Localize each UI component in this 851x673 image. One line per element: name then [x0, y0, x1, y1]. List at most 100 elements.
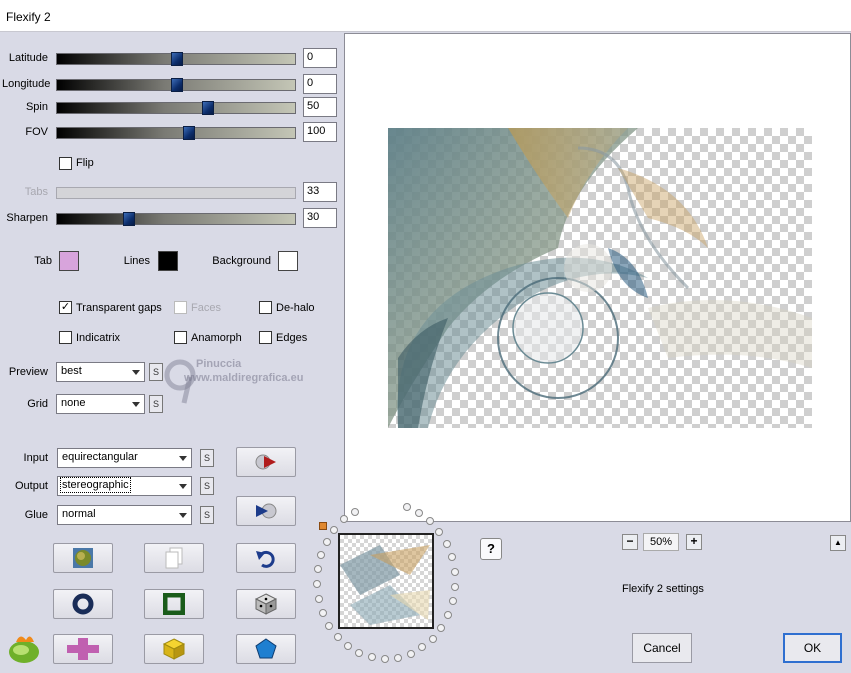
- grid-select[interactable]: none: [56, 394, 145, 414]
- tab-color-label: Tab: [34, 255, 52, 267]
- copy-button[interactable]: [144, 543, 204, 573]
- output-select[interactable]: stereographic: [57, 476, 192, 496]
- indicatrix-checkbox[interactable]: [59, 331, 72, 344]
- preview-image[interactable]: [388, 128, 812, 428]
- lines-color-swatch[interactable]: [158, 251, 178, 271]
- input-transform-icon: [255, 454, 276, 470]
- longitude-value-field[interactable]: 0: [303, 74, 337, 94]
- collapse-button[interactable]: ▲: [830, 535, 846, 551]
- transparent-gaps-label: Transparent gaps: [76, 302, 162, 314]
- preset-dot[interactable]: [437, 623, 446, 632]
- longitude-slider[interactable]: [56, 78, 296, 92]
- zoom-in-button[interactable]: +: [686, 534, 702, 550]
- undo-icon: [256, 550, 275, 568]
- input-select[interactable]: equirectangular: [57, 448, 192, 468]
- fov-slider[interactable]: [56, 126, 296, 140]
- ok-button[interactable]: OK: [783, 633, 842, 663]
- preset-dot[interactable]: [313, 580, 321, 588]
- status-text: Flexify 2 settings: [622, 583, 704, 595]
- preset-dot[interactable]: [428, 634, 437, 643]
- sharpen-slider[interactable]: [56, 212, 296, 226]
- ring-button[interactable]: [53, 589, 113, 619]
- preset-dot[interactable]: [426, 517, 435, 525]
- glue-save-button[interactable]: S: [200, 506, 214, 524]
- preset-dot[interactable]: [444, 610, 453, 619]
- indicatrix-label: Indicatrix: [76, 332, 121, 344]
- preset-dot[interactable]: [355, 649, 364, 657]
- output-save-button[interactable]: S: [200, 477, 214, 495]
- tabs-value-field[interactable]: 33: [303, 182, 337, 202]
- spin-value-field[interactable]: 50: [303, 97, 337, 117]
- preset-dot[interactable]: [450, 567, 459, 576]
- preset-dot[interactable]: [435, 527, 444, 536]
- preset-dot[interactable]: [325, 621, 334, 630]
- output-transform-button[interactable]: [236, 496, 296, 526]
- input-transform-button[interactable]: [236, 447, 296, 477]
- latitude-value-field[interactable]: 0: [303, 48, 337, 68]
- latitude-slider[interactable]: [56, 52, 296, 66]
- background-color-swatch[interactable]: [278, 251, 298, 271]
- randomize-planet-button[interactable]: [53, 543, 113, 573]
- spin-slider-thumb[interactable]: [202, 101, 215, 115]
- cube-button[interactable]: [144, 634, 204, 664]
- cancel-button[interactable]: Cancel: [632, 633, 692, 663]
- preset-dot[interactable]: [317, 550, 325, 559]
- preset-dot[interactable]: [314, 594, 323, 603]
- preset-dot[interactable]: [330, 525, 339, 534]
- edges-checkbox[interactable]: [259, 331, 272, 344]
- glue-select[interactable]: normal: [57, 505, 192, 525]
- fov-label: FOV: [25, 126, 48, 138]
- preset-dot[interactable]: [333, 632, 342, 641]
- randomize-planet-icon: [73, 548, 93, 568]
- chevron-down-icon: [132, 370, 140, 375]
- preset-dot[interactable]: [415, 508, 424, 517]
- faces-label: Faces: [191, 302, 221, 314]
- ring-icon: [72, 593, 94, 615]
- spin-slider[interactable]: [56, 101, 296, 115]
- undo-button[interactable]: [236, 543, 296, 573]
- preset-dot[interactable]: [442, 539, 451, 548]
- pentagon-button[interactable]: [236, 634, 296, 664]
- zoom-level: 50%: [643, 533, 679, 551]
- fov-value-field[interactable]: 100: [303, 122, 337, 142]
- faces-checkbox[interactable]: [174, 301, 187, 314]
- preset-dot[interactable]: [318, 608, 327, 617]
- input-save-button[interactable]: S: [200, 449, 214, 467]
- de-halo-checkbox[interactable]: [259, 301, 272, 314]
- preset-marker-icon[interactable]: [319, 522, 327, 530]
- frame-button[interactable]: [144, 589, 204, 619]
- sharpen-label: Sharpen: [6, 212, 48, 224]
- watermark-brand: Pinuccia: [196, 358, 242, 370]
- help-button[interactable]: ?: [480, 538, 502, 560]
- tabs-slider[interactable]: [56, 187, 296, 199]
- sharpen-value-field[interactable]: 30: [303, 208, 337, 228]
- transparent-gaps-checkbox[interactable]: ✓: [59, 301, 72, 314]
- preset-dot[interactable]: [448, 597, 457, 606]
- zoom-out-button[interactable]: −: [622, 534, 638, 550]
- background-color-label: Background: [212, 255, 271, 267]
- preset-thumbnail[interactable]: [338, 533, 434, 629]
- anamorph-checkbox[interactable]: [174, 331, 187, 344]
- preset-dot[interactable]: [343, 642, 352, 650]
- tab-color-swatch[interactable]: [59, 251, 79, 271]
- preset-dot[interactable]: [367, 653, 376, 662]
- fov-slider-thumb[interactable]: [183, 126, 195, 140]
- plus-button[interactable]: [53, 634, 113, 664]
- dice-button[interactable]: [236, 589, 296, 619]
- fractal-preview-graphic: [388, 128, 812, 428]
- preset-dot[interactable]: [393, 653, 402, 662]
- preset-dot[interactable]: [406, 649, 415, 658]
- preset-dot[interactable]: [418, 643, 427, 652]
- flip-checkbox[interactable]: [59, 157, 72, 170]
- latitude-slider-thumb[interactable]: [171, 52, 183, 66]
- preset-dot[interactable]: [322, 537, 331, 546]
- preset-dot[interactable]: [450, 582, 459, 591]
- preset-dot[interactable]: [380, 655, 389, 663]
- longitude-slider-thumb[interactable]: [171, 78, 183, 92]
- preset-dot[interactable]: [339, 515, 348, 524]
- preset-dot[interactable]: [313, 565, 322, 574]
- preset-dot[interactable]: [447, 553, 456, 562]
- sharpen-slider-thumb[interactable]: [123, 212, 135, 226]
- preview-select[interactable]: best: [56, 362, 145, 382]
- preset-dot[interactable]: [350, 507, 359, 516]
